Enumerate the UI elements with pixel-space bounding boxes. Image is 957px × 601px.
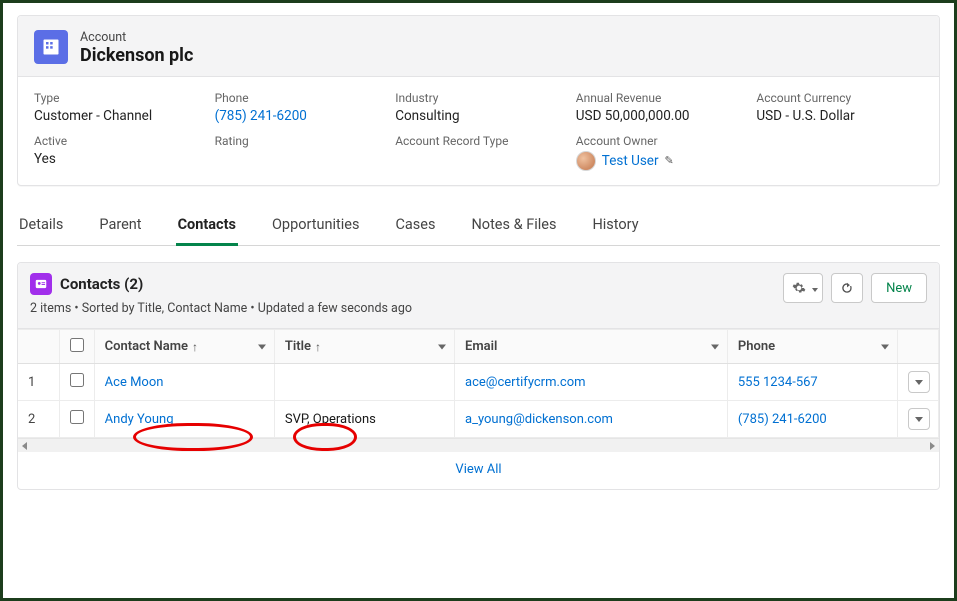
field-label-industry: Industry: [395, 91, 562, 105]
contact-title: SVP, Operations: [274, 401, 454, 438]
row-actions-button[interactable]: [908, 408, 930, 430]
list-settings-button[interactable]: [783, 273, 823, 303]
chevron-down-icon: [915, 380, 923, 385]
chevron-down-icon: [915, 417, 923, 422]
gear-icon: [792, 281, 806, 295]
contacts-list-title: Contacts (2): [60, 275, 143, 293]
tab-opportunities[interactable]: Opportunities: [270, 206, 362, 246]
column-header-rownum: [18, 330, 59, 364]
select-all-checkbox[interactable]: [70, 338, 84, 352]
tab-notes-files[interactable]: Notes & Files: [469, 206, 558, 246]
contact-title: [274, 364, 454, 401]
change-owner-icon[interactable]: ✎: [665, 154, 679, 168]
related-tabs: Details Parent Contacts Opportunities Ca…: [17, 200, 940, 246]
new-contact-button[interactable]: New: [871, 273, 927, 303]
column-header-phone[interactable]: Phone: [727, 330, 897, 364]
field-value-industry: Consulting: [395, 108, 562, 124]
field-label-type: Type: [34, 91, 201, 105]
contact-email-link[interactable]: a_young@dickenson.com: [465, 412, 613, 427]
horizontal-scrollbar[interactable]: [18, 438, 939, 452]
view-all-link[interactable]: View All: [18, 452, 939, 489]
column-menu-contact-name[interactable]: [258, 344, 266, 349]
account-icon: [34, 30, 68, 64]
column-menu-email[interactable]: [711, 344, 719, 349]
column-header-checkbox[interactable]: [59, 330, 94, 364]
field-value-phone[interactable]: (785) 241-6200: [215, 108, 307, 124]
column-header-contact-name-label: Contact Name: [105, 339, 188, 354]
sort-asc-icon: ↑: [192, 340, 198, 354]
sort-asc-icon: ↑: [315, 340, 321, 354]
column-menu-phone[interactable]: [881, 344, 889, 349]
row-number: 1: [18, 364, 59, 401]
contact-icon: [30, 273, 52, 295]
field-label-rating: Rating: [215, 134, 382, 148]
account-owner-link[interactable]: Test User: [602, 153, 659, 169]
tab-details[interactable]: Details: [17, 206, 65, 246]
table-row: 1 Ace Moon ace@certifycrm.com 555 1234-5…: [18, 364, 939, 401]
column-header-contact-name[interactable]: Contact Name ↑: [94, 330, 274, 364]
column-header-title-label: Title: [285, 339, 311, 354]
contact-phone-link[interactable]: (785) 241-6200: [738, 412, 827, 427]
field-label-annual-revenue: Annual Revenue: [576, 91, 743, 105]
field-label-account-currency: Account Currency: [756, 91, 923, 105]
field-value-active: Yes: [34, 151, 201, 167]
record-name: Dickenson plc: [80, 45, 193, 66]
contact-name-link[interactable]: Ace Moon: [105, 375, 164, 390]
tab-parent[interactable]: Parent: [97, 206, 143, 246]
row-checkbox[interactable]: [70, 373, 84, 387]
field-label-account-owner: Account Owner: [576, 134, 743, 148]
table-row: 2 Andy Young SVP, Operations a_young@dic…: [18, 401, 939, 438]
field-value-type: Customer - Channel: [34, 108, 201, 124]
column-header-phone-label: Phone: [738, 339, 775, 354]
tab-history[interactable]: History: [590, 206, 640, 246]
refresh-icon: [840, 281, 854, 295]
column-header-email[interactable]: Email: [455, 330, 728, 364]
column-header-title[interactable]: Title ↑: [274, 330, 454, 364]
contact-name-link[interactable]: Andy Young: [105, 412, 174, 427]
row-checkbox[interactable]: [70, 410, 84, 424]
field-label-phone: Phone: [215, 91, 382, 105]
refresh-button[interactable]: [831, 273, 863, 303]
field-label-active: Active: [34, 134, 201, 148]
chevron-down-icon: [812, 288, 818, 292]
row-number: 2: [18, 401, 59, 438]
contacts-list-subtitle: 2 items • Sorted by Title, Contact Name …: [30, 301, 927, 316]
column-menu-title[interactable]: [438, 344, 446, 349]
column-header-actions: [897, 330, 938, 364]
contact-phone-link[interactable]: 555 1234-567: [738, 375, 818, 390]
contact-email-link[interactable]: ace@certifycrm.com: [465, 375, 586, 390]
field-value-account-currency: USD - U.S. Dollar: [756, 108, 923, 124]
object-label: Account: [80, 30, 193, 45]
tab-cases[interactable]: Cases: [393, 206, 437, 246]
row-actions-button[interactable]: [908, 371, 930, 393]
field-label-record-type: Account Record Type: [395, 134, 562, 148]
column-header-email-label: Email: [465, 339, 497, 354]
tab-contacts[interactable]: Contacts: [176, 206, 238, 246]
contacts-table: Contact Name ↑ Title ↑ Email: [18, 329, 939, 438]
account-owner-avatar: [576, 151, 596, 171]
field-value-annual-revenue: USD 50,000,000.00: [576, 108, 743, 124]
